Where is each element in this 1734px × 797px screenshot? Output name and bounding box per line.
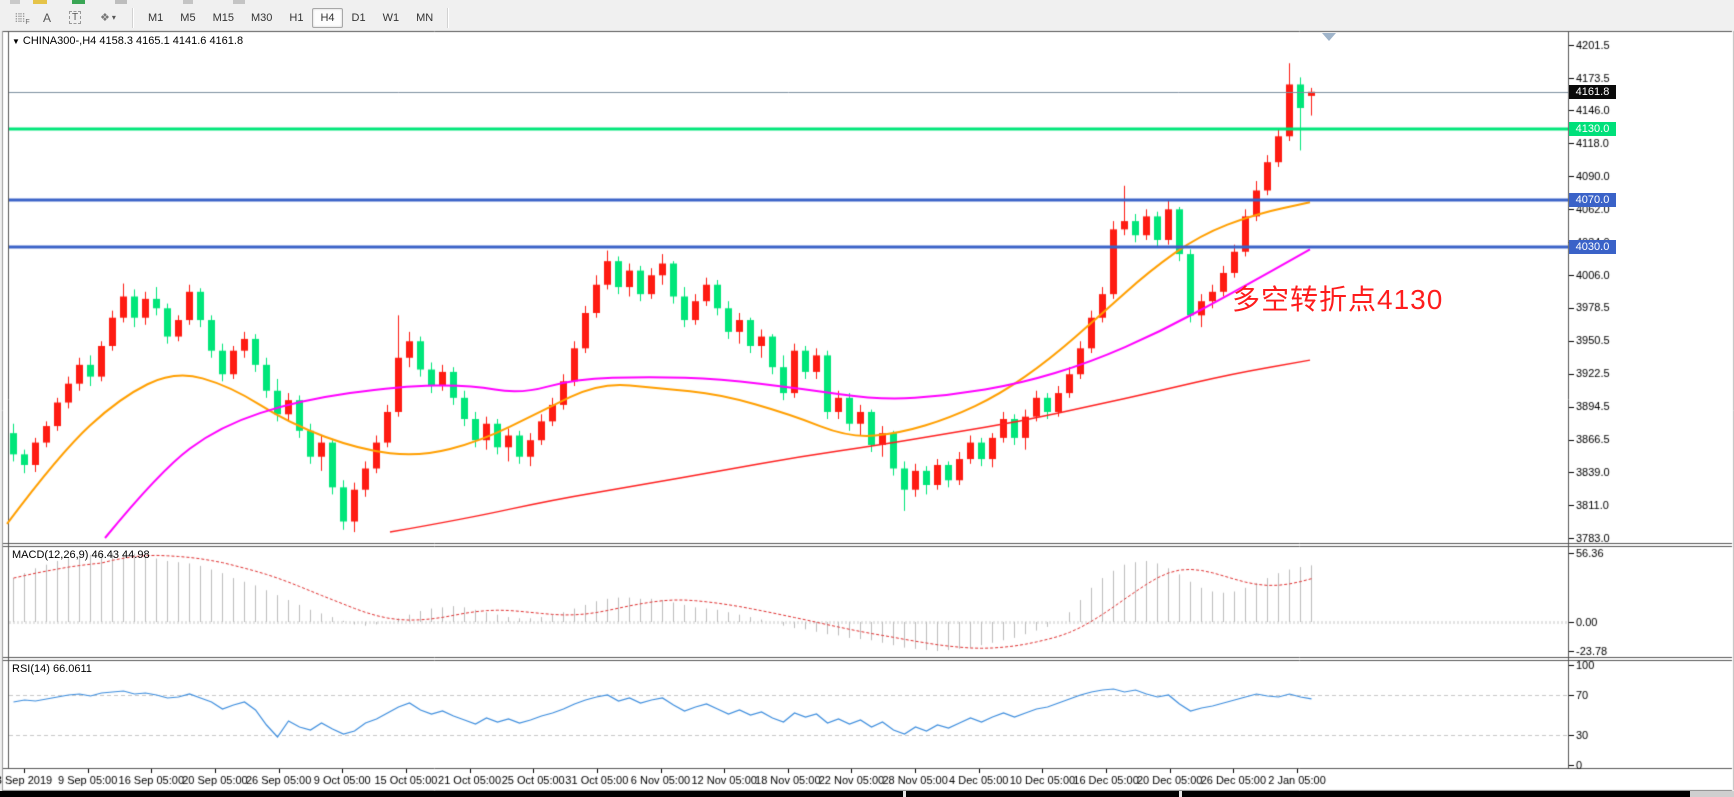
timeframe-m1[interactable]: M1 (140, 8, 171, 28)
rsi-indicator-label: RSI(14) 66.0611 (12, 663, 92, 675)
partial-icon-yellow (33, 0, 47, 4)
chart-symbol-title[interactable]: ▼CHINA300-,H4 4158.3 4165.1 4141.6 4161.… (12, 35, 243, 47)
blue-level-badge-4030: 4030.0 (1569, 240, 1616, 254)
partial-icon (115, 0, 127, 4)
taskbar-separator (903, 791, 906, 797)
partial-icon-green (72, 0, 85, 4)
timeframe-mn[interactable]: MN (408, 8, 441, 28)
blue-level-badge-4070: 4070.0 (1569, 193, 1616, 207)
taskbar-sliver (0, 791, 1734, 797)
partial-icon (183, 0, 193, 4)
toolbar-separator (132, 8, 134, 28)
partial-icon (10, 0, 20, 4)
chart-toolbar: ⣿⣿F A T ❖ ▾ M1 M5 M15 M30 H1 H4 D1 W1 MN (0, 5, 1734, 30)
chart-canvas[interactable] (0, 0, 1734, 797)
arrow-tool-button[interactable]: A (34, 7, 60, 29)
trading-platform-window: ⣿⣿F A T ❖ ▾ M1 M5 M15 M30 H1 H4 D1 W1 MN… (0, 0, 1734, 797)
shapes-tool-button[interactable]: ❖ ▾ (90, 7, 126, 29)
text-tool-button[interactable]: T (62, 7, 88, 29)
timeframe-d1[interactable]: D1 (344, 8, 374, 28)
macd-indicator-label: MACD(12,26,9) 46.43 44.98 (12, 549, 150, 561)
symbol-dropdown-icon[interactable]: ▼ (12, 37, 20, 46)
taskbar-separator (1179, 791, 1182, 797)
timeframe-m30[interactable]: M30 (243, 8, 280, 28)
green-level-badge: 4130.0 (1569, 122, 1616, 136)
drawing-tools-group: ⣿⣿F A T ❖ ▾ (0, 7, 126, 29)
timeframe-h4-active[interactable]: H4 (312, 8, 342, 28)
timeframe-group: M1 M5 M15 M30 H1 H4 D1 W1 MN (140, 8, 441, 28)
shapes-icon: ❖ (100, 11, 110, 24)
crosshair-grid-icon[interactable]: ⣿⣿F (6, 7, 32, 29)
annotation-text: 多空转折点4130 (1232, 278, 1443, 318)
current-price-badge: 4161.8 (1569, 85, 1616, 99)
chart-shift-marker[interactable] (1322, 33, 1336, 41)
toolbar-separator (447, 8, 449, 28)
taskbar-light-segment (1690, 791, 1734, 797)
timeframe-m5[interactable]: M5 (172, 8, 203, 28)
symbol-ohlc-text: CHINA300-,H4 4158.3 4165.1 4141.6 4161.8 (23, 35, 243, 47)
partial-icon (233, 0, 245, 4)
chevron-down-icon: ▾ (112, 13, 116, 22)
timeframe-w1[interactable]: W1 (375, 8, 408, 28)
timeframe-m15[interactable]: M15 (205, 8, 242, 28)
timeframe-h1[interactable]: H1 (281, 8, 311, 28)
